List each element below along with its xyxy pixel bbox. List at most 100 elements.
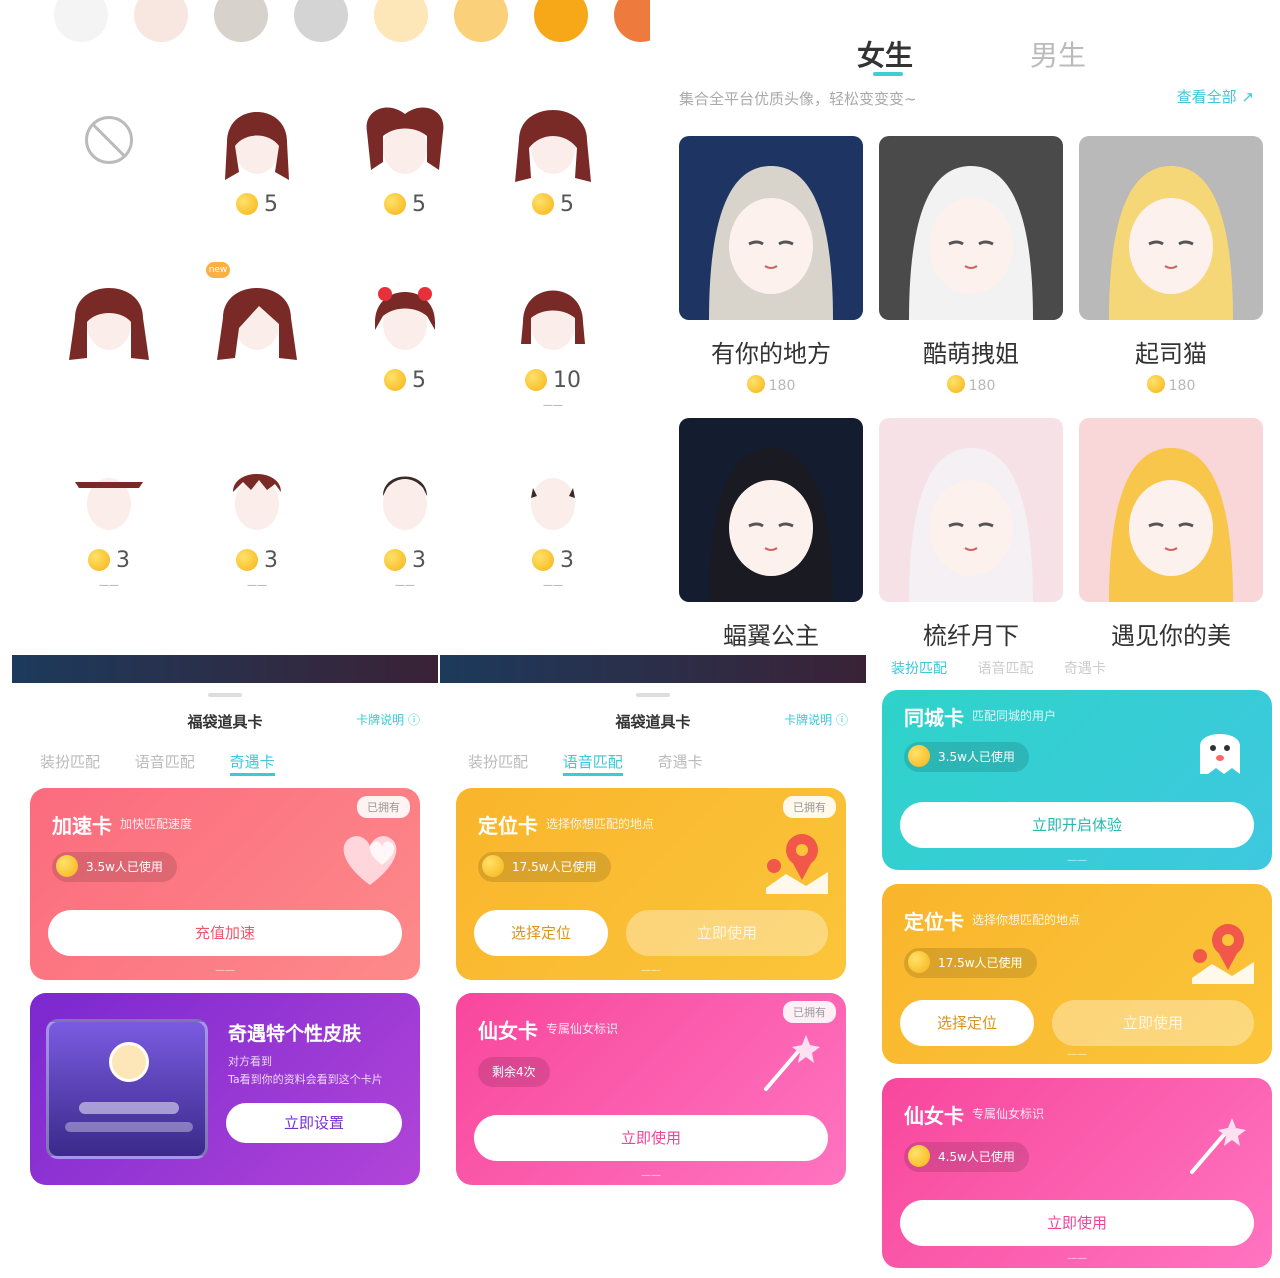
start-trial-button[interactable]: 立即开启体验 (900, 802, 1254, 848)
speed-card: 加速卡 加快匹配速度 已拥有 3.5w人已使用 充值加速 —— (30, 788, 420, 980)
tab-female[interactable]: 女生 (857, 34, 913, 74)
hair-buzz-icon (505, 448, 601, 544)
card-help-link[interactable]: 卡牌说明 ⓘ (356, 711, 420, 728)
new-badge: new (206, 262, 230, 278)
tab-encounter-card[interactable]: 奇遇卡 (229, 753, 275, 776)
avatar-card[interactable]: 酷萌拽姐 180 (879, 136, 1063, 394)
avatar-card[interactable]: 蝠翼公主 (679, 418, 863, 651)
hair-style-option[interactable]: 5 (350, 92, 460, 242)
use-now-button[interactable]: 立即使用 (626, 910, 828, 956)
price-value: 3 (412, 548, 426, 573)
avatar-image (879, 418, 1063, 602)
hair-style-option[interactable]: 3 —— (54, 448, 164, 598)
sheet-tabs: 装扮匹配 语音匹配 奇遇卡 (468, 751, 733, 776)
avatar-name: 遇见你的美 (1111, 622, 1231, 650)
price-tag: 3 (202, 548, 312, 573)
avatar-card[interactable]: 梳纤月下 (879, 418, 1063, 651)
hair-style-option[interactable]: 5 (350, 268, 460, 418)
hair-style-option[interactable]: 3 —— (202, 448, 312, 598)
hair-long-wavy-icon (61, 268, 157, 364)
map-pin-icon (1192, 924, 1254, 984)
price-subtext: —— (247, 580, 267, 591)
hair-style-option[interactable]: 10 —— (498, 268, 608, 418)
hair-style-option[interactable]: 3 —— (350, 448, 460, 598)
price-tag: 5 (350, 192, 460, 217)
background-strip (440, 655, 866, 683)
view-all-link[interactable]: 查看全部 ↗ (1177, 86, 1254, 107)
price-subtext: —— (99, 580, 119, 591)
price-tag: 3 (350, 548, 460, 573)
avatar-card[interactable]: 遇见你的美 (1079, 418, 1263, 651)
tab-dress-match[interactable]: 装扮匹配 (891, 661, 947, 677)
card-title: 奇遇特个性皮肤 (228, 1023, 362, 1045)
usage-stat-text: 17.5w人已使用 (512, 860, 597, 874)
magic-wand-icon (764, 1035, 820, 1091)
avatar-image (1079, 136, 1263, 320)
card-title: 加速卡 (52, 814, 112, 838)
gallery-bottom-tabs: 装扮匹配 语音匹配 奇遇卡 (891, 658, 1132, 678)
tab-voice-match[interactable]: 语音匹配 (562, 753, 623, 776)
avatar-price: 180 (1079, 375, 1263, 394)
hair-style-option[interactable]: new (202, 262, 312, 418)
color-swatch[interactable] (294, 0, 348, 42)
tab-male[interactable]: 男生 (1030, 34, 1086, 74)
use-now-button[interactable]: 立即使用 (900, 1200, 1254, 1246)
location-card: 定位卡 选择你想匹配的地点 17.5w人已使用 选择定位 立即使用 —— (882, 884, 1272, 1064)
owned-badge: 已拥有 (783, 796, 836, 818)
sheet-handle[interactable] (636, 693, 670, 697)
tab-voice-match[interactable]: 语音匹配 (977, 661, 1033, 677)
sheet-handle[interactable] (208, 693, 242, 697)
price-value: 10 (553, 368, 581, 393)
color-swatch[interactable] (614, 0, 650, 42)
color-swatch[interactable] (374, 0, 428, 42)
tab-voice-match[interactable]: 语音匹配 (135, 753, 195, 771)
choose-location-button[interactable]: 选择定位 (900, 1000, 1034, 1046)
coin-icon (236, 193, 258, 215)
card-footnote: —— (1067, 1049, 1087, 1060)
owned-badge: 已拥有 (783, 1001, 836, 1023)
hair-style-option[interactable]: 5 (498, 92, 608, 242)
card-description-2: Ta看到你的资料会看到这个卡片 (228, 1073, 383, 1086)
card-description: 选择你想匹配的地点 (546, 817, 655, 831)
color-swatch[interactable] (214, 0, 268, 42)
tab-encounter-card[interactable]: 奇遇卡 (1064, 661, 1106, 677)
color-swatch[interactable] (534, 0, 588, 42)
charge-speed-button[interactable]: 充值加速 (48, 910, 402, 956)
card-title: 仙女卡 (904, 1104, 964, 1128)
price-tag: 3 (498, 548, 608, 573)
choose-location-button[interactable]: 选择定位 (474, 910, 608, 956)
avatar-card[interactable]: 起司猫 180 (1079, 136, 1263, 394)
tab-dress-match[interactable]: 装扮匹配 (468, 753, 528, 771)
hair-style-option[interactable]: 3 —— (498, 448, 608, 598)
bottom-sheet: 福袋道具卡 卡牌说明 ⓘ 装扮匹配 语音匹配 奇遇卡 加速卡 加快匹配速度 已拥… (12, 683, 438, 1215)
color-swatch[interactable] (134, 0, 188, 42)
hair-short-flat-icon (61, 448, 157, 544)
price-value: 5 (412, 368, 426, 393)
coin-icon (525, 369, 547, 391)
use-now-button[interactable]: 立即使用 (1052, 1000, 1254, 1046)
color-swatch[interactable] (454, 0, 508, 42)
ghost-icon (1200, 734, 1240, 774)
hair-style-option[interactable] (54, 268, 164, 418)
color-swatch[interactable] (54, 0, 108, 42)
usage-stat-text: 17.5w人已使用 (938, 956, 1023, 970)
hair-style-option[interactable] (54, 92, 164, 242)
coin-icon (532, 549, 554, 571)
price-value: 5 (264, 192, 278, 217)
coin-icon (908, 1145, 930, 1167)
price-subtext: —— (395, 580, 415, 591)
set-now-button[interactable]: 立即设置 (226, 1103, 402, 1143)
use-now-button[interactable]: 立即使用 (474, 1115, 828, 1161)
price-value: 3 (560, 548, 574, 573)
coin-icon (908, 745, 930, 767)
magic-wand-icon (1190, 1118, 1246, 1174)
avatar-image (679, 136, 863, 320)
coin-icon (1146, 375, 1165, 393)
avatar-card[interactable]: 有你的地方 180 (679, 136, 863, 394)
tab-encounter-card[interactable]: 奇遇卡 (658, 753, 703, 771)
tab-dress-match[interactable]: 装扮匹配 (40, 753, 100, 771)
hair-style-option[interactable]: 5 (202, 92, 312, 242)
usage-stat-text: 4.5w人已使用 (938, 1150, 1015, 1164)
active-tab-indicator (873, 72, 903, 76)
card-help-link[interactable]: 卡牌说明 ⓘ (784, 711, 848, 728)
